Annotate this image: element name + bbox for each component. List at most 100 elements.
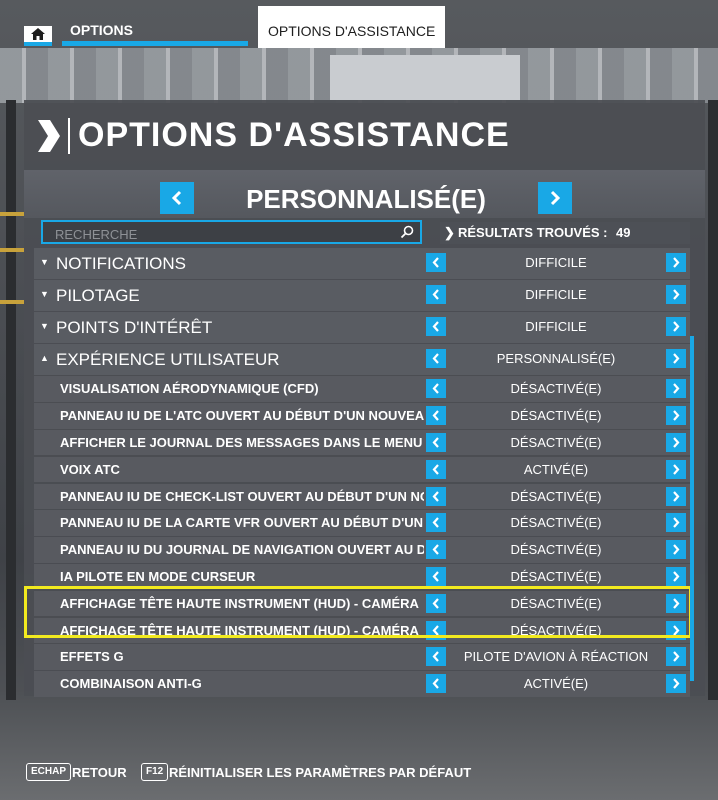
tab-options[interactable]: OPTIONS [62, 12, 248, 46]
next-value-button[interactable] [666, 459, 686, 479]
setting-value: DÉSACTIVÉ(E) [510, 434, 602, 450]
chevron-right-icon [673, 678, 680, 689]
preset-previous-button[interactable] [160, 182, 194, 214]
chevron-left-icon [432, 257, 439, 268]
setting-label: IA PILOTE EN MODE CURSEUR [60, 568, 256, 584]
next-value-button[interactable] [666, 285, 686, 305]
setting-value: PILOTE D'AVION À RÉACTION [463, 649, 649, 665]
chevron-right-icon [673, 289, 680, 300]
setting-row[interactable]: VOIX ATC ACTIVÉ(E) [34, 456, 690, 483]
chevron-left-icon [432, 437, 439, 448]
chevron-right-icon: ❯ [444, 225, 455, 240]
chevron-right-icon [673, 464, 680, 475]
chevron-right-icon [673, 353, 680, 365]
previous-value-button[interactable] [426, 317, 446, 337]
next-value-button[interactable] [666, 513, 686, 533]
chevron-left-icon [432, 544, 439, 555]
previous-value-button[interactable] [426, 432, 446, 452]
category-row[interactable]: ▼ PILOTAGE DIFFICILE [34, 280, 690, 311]
chevron-down-icon[interactable]: ▼ [40, 321, 49, 331]
chevron-up-icon[interactable]: ▲ [40, 353, 49, 363]
back-button[interactable]: RETOUR [72, 765, 127, 780]
chevron-down-icon[interactable]: ▼ [40, 289, 49, 299]
previous-value-button[interactable] [426, 566, 446, 586]
category-label: NOTIFICATIONS [56, 254, 187, 273]
chevron-left-icon [432, 517, 439, 529]
previous-value-button[interactable] [426, 647, 446, 667]
setting-value: DÉSACTIVÉ(E) [510, 515, 602, 531]
next-value-button[interactable] [666, 674, 686, 694]
category-label: EXPÉRIENCE UTILISATEUR [56, 350, 280, 370]
next-value-button[interactable] [666, 647, 686, 667]
previous-value-button[interactable] [426, 674, 446, 694]
chevron-right-icon [673, 651, 680, 663]
reset-defaults-button[interactable]: RÉINITIALISER LES PARAMÈTRES PAR DÉFAUT [169, 765, 471, 780]
setting-row[interactable]: AFFICHAGE TÊTE HAUTE INSTRUMENT (HUD) - … [34, 617, 690, 644]
results-label: RÉSULTATS TROUVÉS : [458, 225, 608, 240]
search-icon[interactable] [400, 225, 414, 239]
setting-row[interactable]: EFFETS G PILOTE D'AVION À RÉACTION [34, 644, 690, 670]
preset-next-button[interactable] [538, 182, 572, 214]
previous-value-button[interactable] [426, 593, 446, 613]
setting-label: AFFICHAGE TÊTE HAUTE INSTRUMENT (HUD) - … [60, 595, 419, 611]
search-box[interactable] [41, 220, 422, 244]
next-value-button[interactable] [666, 620, 686, 640]
next-value-button[interactable] [666, 406, 686, 426]
setting-row[interactable]: COMBINAISON ANTI-G ACTIVÉ(E) [34, 671, 690, 697]
scrollbar[interactable] [690, 336, 694, 681]
previous-value-button[interactable] [426, 285, 446, 305]
setting-label: PANNEAU IU DU JOURNAL DE NAVIGATION OUVE… [60, 542, 424, 558]
page-title: OPTIONS D'ASSISTANCE [78, 116, 510, 154]
tab-assistance-options[interactable]: OPTIONS D'ASSISTANCE [258, 6, 445, 48]
assistance-options-panel: OPTIONS D'ASSISTANCE PERSONNALISÉ(E) ❯ R… [24, 100, 705, 697]
next-value-button[interactable] [666, 432, 686, 452]
chevron-right-icon [673, 490, 680, 502]
setting-value: DÉSACTIVÉ(E) [510, 595, 602, 611]
top-navigation: OPTIONS OPTIONS D'ASSISTANCE [0, 0, 718, 48]
setting-row[interactable]: AFFICHER LE JOURNAL DES MESSAGES DANS LE… [34, 429, 690, 456]
category-row[interactable]: ▼ NOTIFICATIONS DIFFICILE [34, 248, 690, 279]
previous-value-button[interactable] [426, 406, 446, 426]
chevron-right-icon [673, 383, 680, 395]
next-value-button[interactable] [666, 317, 686, 337]
category-row[interactable]: ▼ POINTS D'INTÉRÊT DIFFICILE [34, 312, 690, 343]
chevron-down-icon[interactable]: ▼ [40, 257, 49, 267]
next-value-button[interactable] [666, 379, 686, 399]
setting-label: VOIX ATC [60, 461, 120, 477]
previous-value-button[interactable] [426, 620, 446, 640]
previous-value-button[interactable] [426, 253, 446, 272]
preset-selector: PERSONNALISÉ(E) [24, 170, 705, 218]
preset-value: PERSONNALISÉ(E) [246, 184, 486, 214]
previous-value-button[interactable] [426, 540, 446, 560]
previous-value-button[interactable] [426, 349, 446, 369]
previous-value-button[interactable] [426, 513, 446, 533]
next-value-button[interactable] [666, 540, 686, 560]
home-button[interactable] [24, 26, 52, 46]
category-row[interactable]: ▲ EXPÉRIENCE UTILISATEUR PERSONNALISÉ(E) [34, 344, 690, 375]
setting-row[interactable]: VISUALISATION AÉRODYNAMIQUE (CFD) DÉSACTI… [34, 376, 690, 402]
chevron-left-icon [432, 490, 439, 502]
setting-row[interactable]: PANNEAU IU DE CHECK-LIST OUVERT AU DÉBUT… [34, 483, 690, 510]
setting-row[interactable]: AFFICHAGE TÊTE HAUTE INSTRUMENT (HUD) - … [34, 590, 690, 617]
previous-value-button[interactable] [426, 459, 446, 479]
next-value-button[interactable] [666, 593, 686, 613]
next-value-button[interactable] [666, 253, 686, 272]
next-value-button[interactable] [666, 349, 686, 369]
setting-row[interactable]: PANNEAU IU DE L'ATC OUVERT AU DÉBUT D'UN… [34, 403, 690, 429]
chevron-right-icon [673, 257, 680, 268]
next-value-button[interactable] [666, 566, 686, 586]
category-label: POINTS D'INTÉRÊT [56, 318, 213, 338]
setting-row[interactable]: PANNEAU IU DE LA CARTE VFR OUVERT AU DÉB… [34, 510, 690, 536]
setting-row[interactable]: IA PILOTE EN MODE CURSEUR DÉSACTIVÉ(E) [34, 563, 690, 590]
search-input[interactable] [53, 224, 387, 244]
chevron-right-icon [673, 321, 680, 332]
previous-value-button[interactable] [426, 486, 446, 506]
results-count: ❯ RÉSULTATS TROUVÉS : 49 [440, 222, 690, 244]
setting-row[interactable]: PANNEAU IU DU JOURNAL DE NAVIGATION OUVE… [34, 537, 690, 563]
chevron-right-icon [673, 437, 680, 448]
previous-value-button[interactable] [426, 379, 446, 399]
chevron-right-icon [673, 410, 680, 421]
next-value-button[interactable] [666, 486, 686, 506]
chevron-left-icon [432, 678, 439, 689]
setting-value: DÉSACTIVÉ(E) [510, 488, 602, 504]
